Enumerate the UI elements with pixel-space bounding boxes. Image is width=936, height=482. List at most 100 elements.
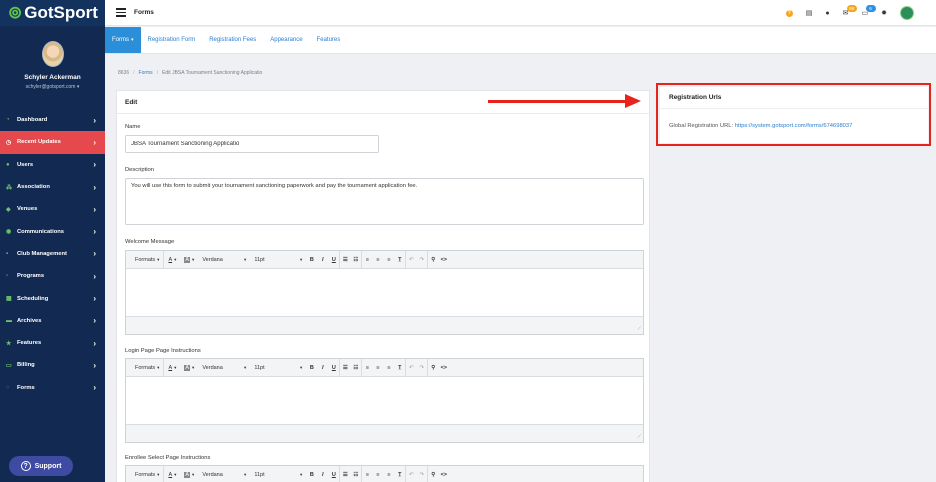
font-family-select[interactable]: Verdana ▾ — [198, 359, 250, 377]
code-icon[interactable]: <> — [438, 251, 449, 269]
sidebar-item-programs[interactable]: ▫ Programs › — [0, 265, 105, 287]
formats-dropdown[interactable]: Formats ▾ — [131, 466, 163, 482]
font-size-select[interactable]: 11pt ▾ — [250, 359, 306, 377]
align-right-icon[interactable]: ≡ — [383, 359, 394, 377]
underline-icon[interactable]: U — [328, 466, 339, 482]
code-icon[interactable]: <> — [438, 466, 449, 482]
avatar[interactable] — [41, 41, 64, 67]
description-textarea[interactable]: You will use this form to submit your to… — [125, 178, 644, 225]
help-icon[interactable]: ? — [785, 9, 793, 17]
tab-forms[interactable]: Forms — [105, 27, 141, 53]
bullet-list-icon[interactable]: ☰ — [339, 250, 350, 269]
text-color-button[interactable]: A ▾ — [163, 358, 180, 377]
sidebar-item-forms[interactable]: ◌ Forms › — [0, 377, 105, 399]
menu-icon[interactable] — [116, 8, 126, 17]
welcome-message-editor[interactable]: Formats ▾ A ▾ A ▾ Verdana ▾ 11pt ▾ B I U ☰ ☷ ≡ ≡ ≡ T̲ ↶ ↷… — [125, 250, 644, 335]
user-email[interactable]: schyler@gotsport.com ▾ — [26, 84, 80, 90]
gear-icon[interactable]: ✹ — [881, 9, 887, 17]
mail-icon[interactable]: ✉ 99 — [843, 5, 857, 17]
bold-icon[interactable]: B — [306, 466, 317, 482]
description-label: Description — [125, 167, 154, 173]
tab-registration-form[interactable]: Registration Form — [141, 27, 203, 53]
italic-icon[interactable]: I — [317, 359, 328, 377]
resize-handle-icon[interactable]: ⟋ — [637, 326, 641, 332]
bold-icon[interactable]: B — [306, 251, 317, 269]
numbered-list-icon[interactable]: ☷ — [350, 359, 361, 377]
gotsport-logo[interactable]: ⊚ GotSport — [8, 3, 98, 23]
sidebar-item-billing[interactable]: ▭ Billing › — [0, 354, 105, 376]
align-right-icon[interactable]: ≡ — [383, 251, 394, 269]
sidebar-item-communications[interactable]: ◉ Communications › — [0, 220, 105, 242]
italic-icon[interactable]: I — [317, 251, 328, 269]
font-family-select[interactable]: Verdana ▾ — [198, 251, 250, 269]
text-color-button[interactable]: A ▾ — [163, 465, 180, 482]
formats-dropdown[interactable]: Formats ▾ — [131, 359, 163, 377]
align-center-icon[interactable]: ≡ — [372, 359, 383, 377]
underline-icon[interactable]: U — [328, 251, 339, 269]
font-family-select[interactable]: Verdana ▾ — [198, 466, 250, 482]
link-icon[interactable]: ⚲ — [427, 465, 438, 482]
tab-registration-fees[interactable]: Registration Fees — [202, 27, 263, 53]
sidebar-item-users[interactable]: ● Users › — [0, 154, 105, 176]
underline-icon[interactable]: U — [328, 359, 339, 377]
bullet-list-icon[interactable]: ☰ — [339, 465, 350, 482]
bullet-list-icon[interactable]: ☰ — [339, 358, 350, 377]
bold-icon[interactable]: B — [306, 359, 317, 377]
align-right-icon[interactable]: ≡ — [383, 466, 394, 482]
font-size-select[interactable]: 11pt ▾ — [250, 251, 306, 269]
link-icon[interactable]: ⚲ — [427, 358, 438, 377]
background-color-button[interactable]: A ▾ — [180, 359, 198, 377]
editor-body[interactable] — [126, 377, 643, 425]
sidebar-item-scheduling[interactable]: ▦ Scheduling › — [0, 287, 105, 309]
undo-icon[interactable]: ↶ — [405, 358, 416, 377]
align-left-icon[interactable]: ≡ — [361, 250, 372, 269]
clear-format-icon[interactable]: T̲ — [394, 251, 405, 269]
redo-icon[interactable]: ↷ — [416, 359, 427, 377]
sidebar-item-dashboard[interactable]: ◔ Dashboard › — [0, 109, 105, 131]
tab-appearance[interactable]: Appearance — [263, 27, 309, 53]
login-instructions-editor[interactable]: Formats ▾ A ▾ A ▾ Verdana ▾ 11pt ▾ B I U ☰ ☷ ≡ ≡ ≡ T̲ ↶ ↷… — [125, 358, 644, 443]
user-icon[interactable]: ● — [825, 10, 829, 17]
undo-icon[interactable]: ↶ — [405, 250, 416, 269]
sidebar-item-club-management[interactable]: ▪ Club Management › — [0, 243, 105, 265]
redo-icon[interactable]: ↷ — [416, 466, 427, 482]
align-center-icon[interactable]: ≡ — [372, 466, 383, 482]
editor-body[interactable] — [126, 269, 643, 317]
org-avatar[interactable] — [900, 6, 914, 20]
clear-format-icon[interactable]: T̲ — [394, 466, 405, 482]
breadcrumb-forms[interactable]: Forms — [139, 70, 153, 76]
redo-icon[interactable]: ↷ — [416, 251, 427, 269]
resize-handle-icon[interactable]: ⟋ — [637, 434, 641, 440]
link-icon[interactable]: ⚲ — [427, 250, 438, 269]
numbered-list-icon[interactable]: ☷ — [350, 251, 361, 269]
formats-dropdown[interactable]: Formats ▾ — [131, 251, 163, 269]
numbered-list-icon[interactable]: ☷ — [350, 466, 361, 482]
undo-icon[interactable]: ↶ — [405, 465, 416, 482]
breadcrumb-root[interactable]: 8636 — [118, 70, 129, 76]
background-color-button[interactable]: A ▾ — [180, 466, 198, 482]
sidebar-item-recent-updates[interactable]: ◷ Recent Updates › — [0, 131, 105, 154]
font-size-select-label: 11pt — [254, 256, 265, 263]
chevron-down-icon: ▾ — [174, 364, 177, 370]
enrollee-instructions-editor[interactable]: Formats ▾ A ▾ A ▾ Verdana ▾ 11pt ▾ B I U ☰ ☷ ≡ ≡ ≡ T̲ ↶ ↷… — [125, 465, 644, 482]
align-center-icon[interactable]: ≡ — [372, 251, 383, 269]
chat-icon[interactable]: ▭ 6 — [862, 5, 876, 17]
name-input[interactable] — [125, 135, 379, 153]
tab-features[interactable]: Features — [310, 27, 348, 53]
support-button[interactable]: ? Support — [9, 456, 73, 476]
sidebar-item-association[interactable]: ⁂ Association › — [0, 176, 105, 198]
align-left-icon[interactable]: ≡ — [361, 358, 372, 377]
align-left-icon[interactable]: ≡ — [361, 465, 372, 482]
background-color-button[interactable]: A ▾ — [180, 251, 198, 269]
sidebar-item-features[interactable]: ★ Features › — [0, 332, 105, 354]
font-size-select[interactable]: 11pt ▾ — [250, 466, 306, 482]
code-icon[interactable]: <> — [438, 359, 449, 377]
italic-icon[interactable]: I — [317, 466, 328, 482]
clear-format-icon[interactable]: T̲ — [394, 359, 405, 377]
logo-bar[interactable]: ⊚ GotSport — [0, 0, 105, 26]
text-color-button[interactable]: A ▾ — [163, 250, 180, 269]
sidebar-item-venues[interactable]: ◆ Venues › — [0, 198, 105, 220]
document-icon[interactable]: ▤ — [806, 9, 813, 17]
billing-icon: ▭ — [6, 362, 12, 369]
sidebar-item-archives[interactable]: ▬ Archives › — [0, 310, 105, 332]
